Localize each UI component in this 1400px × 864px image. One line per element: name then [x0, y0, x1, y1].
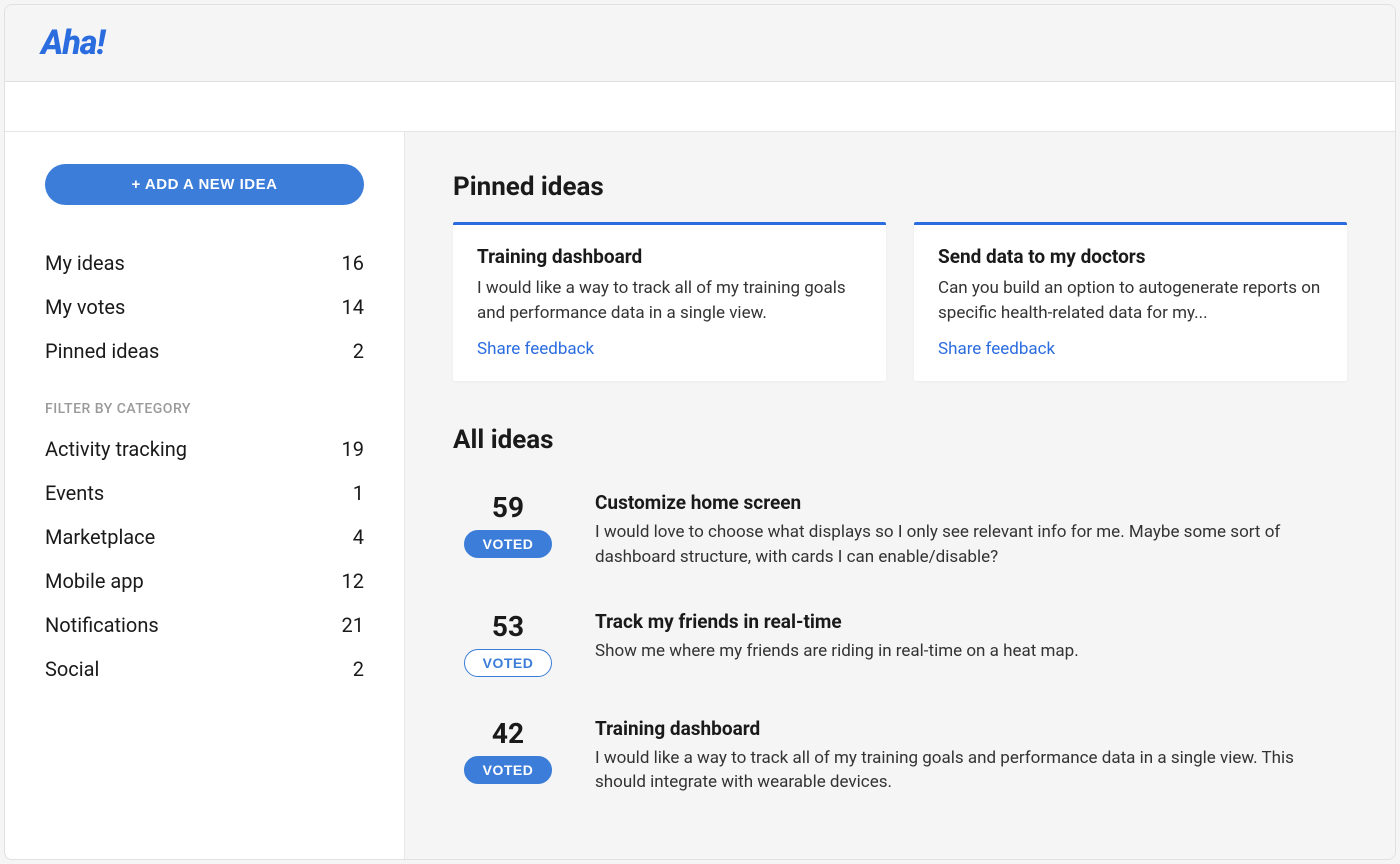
idea-title: Training dashboard — [595, 717, 1347, 740]
idea-row: 42 VOTED Training dashboard I would like… — [453, 701, 1347, 819]
pinned-card-description: I would like a way to track all of my tr… — [477, 276, 862, 325]
logo[interactable]: Aha! — [41, 23, 1359, 63]
sidebar-item-pinned-ideas[interactable]: Pinned ideas 2 — [45, 329, 364, 373]
idea-description: I would like a way to track all of my tr… — [595, 746, 1347, 795]
sidebar-item-label: Pinned ideas — [45, 339, 159, 363]
sidebar-item-count: 2 — [353, 657, 364, 681]
vote-count: 42 — [492, 717, 524, 750]
sidebar-item-count: 2 — [353, 339, 364, 363]
voted-button[interactable]: VOTED — [464, 649, 553, 677]
filter-by-category-heading: FILTER BY CATEGORY — [45, 401, 364, 417]
sidebar: + ADD A NEW IDEA My ideas 16 My votes 14… — [5, 132, 405, 859]
voted-button[interactable]: VOTED — [464, 756, 553, 784]
sidebar-item-count: 16 — [342, 251, 364, 275]
idea-title: Track my friends in real-time — [595, 610, 1347, 633]
sidebar-item-label: Marketplace — [45, 525, 155, 549]
sidebar-item-activity-tracking[interactable]: Activity tracking 19 — [45, 427, 364, 471]
share-feedback-link[interactable]: Share feedback — [477, 339, 594, 359]
idea-content[interactable]: Training dashboard I would like a way to… — [595, 717, 1347, 795]
sidebar-category-list: Activity tracking 19 Events 1 Marketplac… — [45, 427, 364, 691]
vote-count: 59 — [492, 491, 524, 524]
pinned-card-title: Training dashboard — [477, 245, 862, 268]
sidebar-item-count: 19 — [342, 437, 364, 461]
sidebar-item-count: 4 — [353, 525, 364, 549]
sidebar-item-my-ideas[interactable]: My ideas 16 — [45, 241, 364, 285]
idea-title: Customize home screen — [595, 491, 1347, 514]
app-container: Aha! + ADD A NEW IDEA My ideas 16 My vot… — [4, 4, 1396, 860]
pinned-card-description: Can you build an option to autogenerate … — [938, 276, 1323, 325]
sidebar-item-mobile-app[interactable]: Mobile app 12 — [45, 559, 364, 603]
sidebar-item-label: My votes — [45, 295, 125, 319]
sidebar-item-count: 21 — [342, 613, 364, 637]
add-new-idea-button[interactable]: + ADD A NEW IDEA — [45, 164, 364, 205]
sidebar-item-count: 1 — [353, 481, 364, 505]
sidebar-item-my-votes[interactable]: My votes 14 — [45, 285, 364, 329]
sidebar-item-marketplace[interactable]: Marketplace 4 — [45, 515, 364, 559]
subheader-bar — [5, 82, 1395, 132]
pinned-card[interactable]: Training dashboard I would like a way to… — [453, 222, 886, 381]
sidebar-item-notifications[interactable]: Notifications 21 — [45, 603, 364, 647]
vote-count: 53 — [492, 610, 524, 643]
sidebar-item-social[interactable]: Social 2 — [45, 647, 364, 691]
voted-button[interactable]: VOTED — [464, 530, 553, 558]
idea-content[interactable]: Customize home screen I would love to ch… — [595, 491, 1347, 569]
idea-content[interactable]: Track my friends in real-time Show me wh… — [595, 610, 1347, 664]
pinned-card-title: Send data to my doctors — [938, 245, 1323, 268]
sidebar-nav-list: My ideas 16 My votes 14 Pinned ideas 2 — [45, 241, 364, 373]
main-content: Pinned ideas Training dashboard I would … — [405, 132, 1395, 859]
sidebar-item-label: Social — [45, 657, 99, 681]
pinned-ideas-row: Training dashboard I would like a way to… — [453, 222, 1347, 381]
vote-column: 53 VOTED — [453, 610, 563, 677]
sidebar-item-label: Mobile app — [45, 569, 144, 593]
all-ideas-heading: All ideas — [453, 425, 1347, 455]
vote-column: 42 VOTED — [453, 717, 563, 784]
sidebar-item-count: 12 — [342, 569, 364, 593]
sidebar-item-label: Events — [45, 481, 104, 505]
layout: + ADD A NEW IDEA My ideas 16 My votes 14… — [5, 132, 1395, 859]
idea-row: 53 VOTED Track my friends in real-time S… — [453, 594, 1347, 701]
sidebar-item-events[interactable]: Events 1 — [45, 471, 364, 515]
sidebar-item-label: My ideas — [45, 251, 125, 275]
idea-description: I would love to choose what displays so … — [595, 520, 1347, 569]
share-feedback-link[interactable]: Share feedback — [938, 339, 1055, 359]
sidebar-item-label: Activity tracking — [45, 437, 187, 461]
header-bar: Aha! — [5, 5, 1395, 82]
pinned-card[interactable]: Send data to my doctors Can you build an… — [914, 222, 1347, 381]
idea-list: 59 VOTED Customize home screen I would l… — [453, 475, 1347, 819]
sidebar-item-label: Notifications — [45, 613, 159, 637]
idea-description: Show me where my friends are riding in r… — [595, 639, 1347, 664]
sidebar-item-count: 14 — [342, 295, 364, 319]
vote-column: 59 VOTED — [453, 491, 563, 558]
idea-row: 59 VOTED Customize home screen I would l… — [453, 475, 1347, 593]
pinned-ideas-heading: Pinned ideas — [453, 172, 1347, 202]
